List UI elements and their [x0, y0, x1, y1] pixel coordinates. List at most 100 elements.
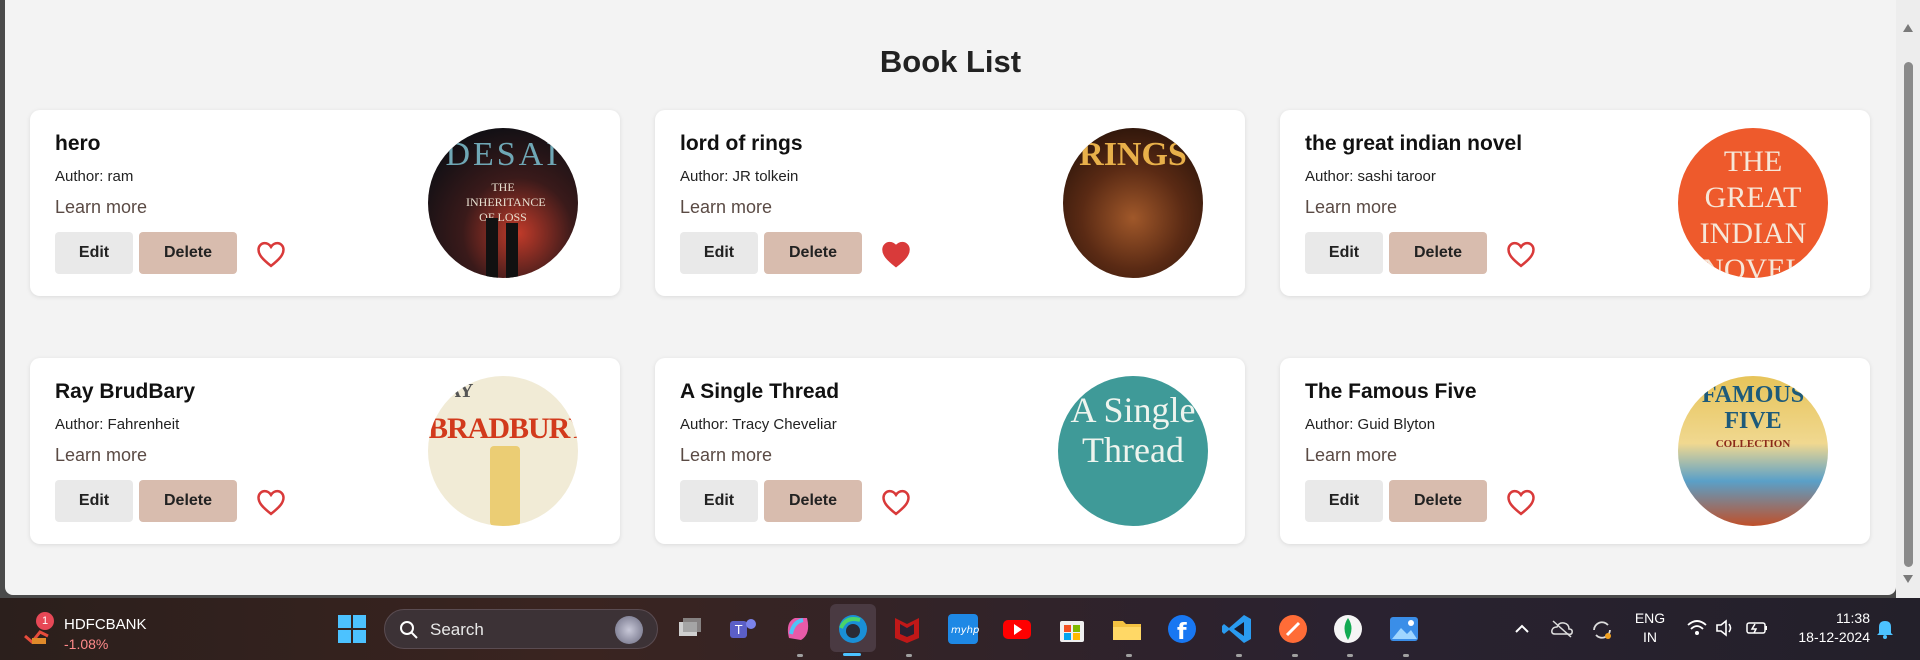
book-title: hero — [55, 132, 101, 155]
book-title: Ray BrudBary — [55, 380, 196, 403]
edit-button[interactable]: Edit — [680, 232, 758, 274]
postman-icon[interactable] — [1276, 612, 1310, 646]
learn-more-link[interactable]: Learn more — [1305, 445, 1397, 466]
stock-widget[interactable]: 1 HDFCBANK -1.08% — [22, 612, 162, 652]
cover-title: THE GREAT INDIAN NOVEL — [1699, 145, 1807, 278]
svg-text:myhp: myhp — [951, 625, 979, 636]
clock-date[interactable]: 18-12-2024 — [1780, 629, 1870, 645]
cover-subtitle: COLLECTION — [1715, 438, 1791, 450]
facebook-icon[interactable]: f — [1165, 612, 1199, 646]
photos-icon[interactable] — [1387, 612, 1421, 646]
learn-more-link[interactable]: Learn more — [1305, 197, 1397, 218]
heart-filled-icon[interactable] — [881, 240, 911, 268]
delete-button[interactable]: Delete — [139, 232, 237, 274]
svg-text:f: f — [1177, 620, 1187, 645]
task-view-icon[interactable] — [673, 612, 707, 646]
book-author: Author: ram — [55, 168, 134, 185]
running-indicator — [906, 654, 912, 657]
onedrive-offline-icon[interactable] — [1550, 618, 1574, 640]
running-indicator — [797, 654, 803, 657]
book-cover-image: A Single Thread — [1058, 376, 1208, 526]
book-author: Author: Fahrenheit — [55, 416, 180, 433]
book-author: Author: sashi taroor — [1305, 168, 1436, 185]
notification-bell-icon[interactable] — [1875, 618, 1895, 640]
wifi-icon[interactable] — [1686, 618, 1708, 638]
heart-outline-icon[interactable] — [1506, 240, 1536, 268]
clock-time[interactable]: 11:38 — [1780, 610, 1870, 626]
delete-button[interactable]: Delete — [1389, 480, 1487, 522]
cover-figure — [490, 446, 520, 526]
delete-button[interactable]: Delete — [764, 480, 862, 522]
cover-title: BRADBURY — [428, 412, 578, 445]
stock-name: HDFCBANK — [64, 616, 147, 633]
search-icon — [400, 621, 418, 639]
book-author: Author: Guid Blyton — [1305, 416, 1436, 433]
vertical-scrollbar[interactable] — [1896, 0, 1920, 598]
notification-badge: 1 — [36, 612, 54, 630]
book-title: lord of rings — [680, 132, 803, 155]
running-indicator — [1126, 654, 1132, 657]
book-title: the great indian novel — [1305, 132, 1523, 155]
learn-more-link[interactable]: Learn more — [55, 197, 147, 218]
scroll-down-arrow-icon[interactable] — [1903, 575, 1913, 583]
heart-outline-icon[interactable] — [1506, 488, 1536, 516]
book-list-page: Book List hero Author: ram Learn more Ed… — [5, 0, 1896, 595]
myhp-icon[interactable]: myhp — [946, 612, 980, 646]
learn-more-link[interactable]: Learn more — [680, 197, 772, 218]
cover-title: A Single Thread — [1070, 390, 1196, 470]
delete-button[interactable]: Delete — [139, 480, 237, 522]
edit-button[interactable]: Edit — [55, 232, 133, 274]
sync-icon[interactable] — [1590, 618, 1614, 642]
edit-button[interactable]: Edit — [1305, 232, 1383, 274]
language-indicator[interactable]: ENG — [1630, 610, 1670, 626]
scroll-up-arrow-icon[interactable] — [1903, 24, 1913, 32]
running-indicator — [1403, 654, 1409, 657]
edit-button[interactable]: Edit — [680, 480, 758, 522]
search-placeholder: Search — [430, 620, 484, 639]
book-cover-image: THE GREAT INDIAN NOVEL — [1678, 128, 1828, 278]
heart-outline-icon[interactable] — [881, 488, 911, 516]
vscode-icon[interactable] — [1220, 612, 1254, 646]
microsoft-store-icon[interactable] — [1055, 612, 1089, 646]
book-title: A Single Thread — [680, 380, 840, 403]
mongodb-icon[interactable] — [1331, 612, 1365, 646]
region-indicator[interactable]: IN — [1630, 629, 1670, 645]
cover-subtitle: THE INHERITANCE OF LOSS — [466, 180, 546, 224]
file-explorer-icon[interactable] — [1110, 612, 1144, 646]
battery-charging-icon[interactable] — [1745, 618, 1769, 638]
delete-button[interactable]: Delete — [1389, 232, 1487, 274]
learn-more-link[interactable]: Learn more — [680, 445, 772, 466]
edge-browser-icon[interactable] — [836, 612, 870, 646]
delete-button[interactable]: Delete — [764, 232, 862, 274]
windows-start-icon[interactable] — [335, 612, 369, 646]
edit-button[interactable]: Edit — [1305, 480, 1383, 522]
mcafee-icon[interactable] — [890, 612, 924, 646]
cover-title: DESAI — [445, 136, 561, 173]
teams-icon[interactable]: T — [726, 612, 760, 646]
book-card: A Single Thread Author: Tracy Cheveliar … — [655, 358, 1245, 544]
cover-subtitle: RAY — [432, 380, 474, 402]
chevron-up-icon[interactable] — [1513, 620, 1531, 638]
book-card: lord of rings Author: JR tolkein Learn m… — [655, 110, 1245, 296]
book-cover-image: DESAI THE INHERITANCE OF LOSS — [428, 128, 578, 278]
running-indicator — [1292, 654, 1298, 657]
book-author: Author: JR tolkein — [680, 168, 799, 185]
scroll-thumb[interactable] — [1904, 62, 1913, 567]
book-cover-image: RINGS — [1063, 128, 1203, 278]
cover-title: RINGS — [1079, 136, 1187, 173]
learn-more-link[interactable]: Learn more — [55, 445, 147, 466]
edit-button[interactable]: Edit — [55, 480, 133, 522]
heart-outline-icon[interactable] — [256, 240, 286, 268]
youtube-icon[interactable] — [1000, 612, 1034, 646]
volume-icon[interactable] — [1715, 618, 1737, 638]
cover-figure — [506, 223, 518, 278]
windows-taskbar: 1 HDFCBANK -1.08% Search T myhp f ENG IN… — [0, 598, 1920, 660]
copilot-icon[interactable] — [781, 612, 815, 646]
heart-outline-icon[interactable] — [256, 488, 286, 516]
cover-title: FAMOUS FIVE — [1701, 382, 1805, 434]
search-highlight-icon — [615, 616, 643, 644]
book-cover-image: FAMOUS FIVE COLLECTION — [1678, 376, 1828, 526]
taskbar-search-box[interactable]: Search — [384, 609, 658, 649]
book-title: The Famous Five — [1305, 380, 1477, 403]
browser-viewport: Book List hero Author: ram Learn more Ed… — [0, 0, 1920, 598]
